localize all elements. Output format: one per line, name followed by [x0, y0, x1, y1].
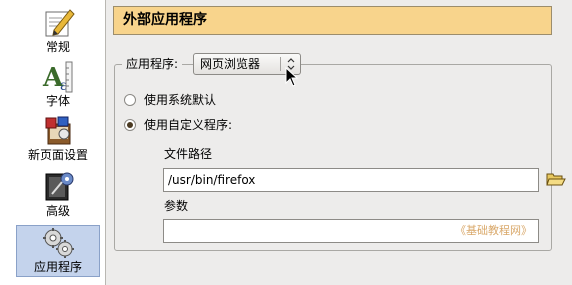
system-default-radio[interactable]	[124, 94, 136, 106]
sidebar-item-label: 高级	[45, 204, 70, 218]
sidebar: 常规 A a 字体 新页面设置 高级 应用程序	[0, 0, 106, 285]
arguments-input[interactable]: 《基础教程网》	[163, 219, 539, 243]
path-input[interactable]: /usr/bin/firefox	[163, 168, 539, 192]
advanced-gear-icon	[40, 170, 76, 204]
mouse-cursor-icon	[285, 66, 299, 90]
page-title: 外部应用程序	[113, 6, 552, 35]
new-page-icon	[40, 114, 76, 148]
pencil-paper-icon	[40, 6, 76, 40]
application-label: 应用程序:	[122, 56, 183, 72]
sidebar-item-advanced[interactable]: 高级	[16, 170, 100, 222]
sidebar-item-label: 常规	[45, 40, 70, 54]
sidebar-item-label: 应用程序	[33, 260, 82, 274]
gears-icon	[40, 226, 76, 260]
application-select-value: 网页浏览器	[200, 57, 261, 71]
sidebar-item-label: 新页面设置	[27, 148, 88, 162]
arguments-label: 参数	[164, 199, 189, 213]
sidebar-item-applications[interactable]: 应用程序	[16, 225, 100, 277]
open-folder-icon[interactable]	[546, 171, 566, 190]
custom-program-radio[interactable]	[124, 119, 136, 131]
font-ruler-icon: A a	[40, 60, 76, 94]
sidebar-item-label: 字体	[45, 94, 70, 108]
watermark: 《基础教程网》	[455, 224, 532, 237]
sidebar-item-fonts[interactable]: A a 字体	[16, 60, 100, 110]
path-label: 文件路径	[164, 147, 213, 161]
system-default-label: 使用系统默认	[144, 93, 217, 107]
sidebar-item-general[interactable]: 常规	[16, 6, 100, 56]
combo-separator	[280, 57, 281, 71]
sidebar-item-new-page[interactable]: 新页面设置	[16, 114, 100, 168]
custom-program-label: 使用自定义程序:	[144, 118, 233, 132]
